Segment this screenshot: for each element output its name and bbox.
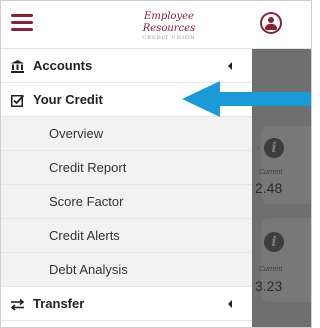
subnav-item-label: Overview	[49, 126, 104, 141]
app-header: Employee Resources CREDIT UNION	[1, 1, 311, 49]
subnav-item-credit-alerts[interactable]: Credit Alerts	[1, 219, 252, 253]
card-value: 3.23	[255, 278, 283, 294]
info-icon: i	[264, 232, 284, 252]
card-value: 2.48	[255, 180, 283, 196]
card-caption: Current	[259, 266, 283, 273]
subnav-item-credit-report[interactable]: Credit Report	[1, 151, 252, 185]
background-card: · i Current 2.48	[255, 126, 311, 204]
brand-logo[interactable]: Employee Resources CREDIT UNION	[127, 11, 211, 42]
logo-text: Employee Resources	[142, 11, 196, 34]
user-circle-icon[interactable]	[260, 12, 282, 34]
caret-left-icon	[228, 62, 232, 70]
nav-item-label: Transfer	[33, 296, 85, 311]
nav-item-label: Your Credit	[33, 92, 103, 107]
subnav-item-label: Score Factor	[49, 194, 124, 209]
app-frame: Employee Resources CREDIT UNION · i Curr…	[0, 0, 312, 328]
transfer-arrows-icon	[11, 298, 24, 311]
subnav-item-score-factor[interactable]: Score Factor	[1, 185, 252, 219]
caret-left-icon	[228, 300, 232, 308]
checked-box-icon	[11, 94, 24, 107]
logo-subtext: CREDIT UNION	[142, 35, 196, 41]
subnav-item-debt-analysis[interactable]: Debt Analysis	[1, 253, 252, 287]
card-caption: Current	[259, 169, 283, 176]
subnav-item-label: Credit Report	[49, 160, 127, 175]
annotation-arrow-icon	[182, 81, 311, 117]
info-icon: i	[264, 138, 284, 158]
hamburger-menu-icon[interactable]	[11, 14, 33, 32]
subnav-item-label: Debt Analysis	[49, 262, 128, 277]
nav-item-label: Accounts	[33, 58, 93, 73]
subnav-item-label: Credit Alerts	[49, 228, 120, 243]
nav-item-transfer[interactable]: Transfer	[1, 287, 252, 321]
background-card: i Current 3.23	[255, 218, 311, 302]
nav-item-accounts[interactable]: Accounts	[1, 49, 252, 83]
bank-icon	[11, 60, 24, 73]
